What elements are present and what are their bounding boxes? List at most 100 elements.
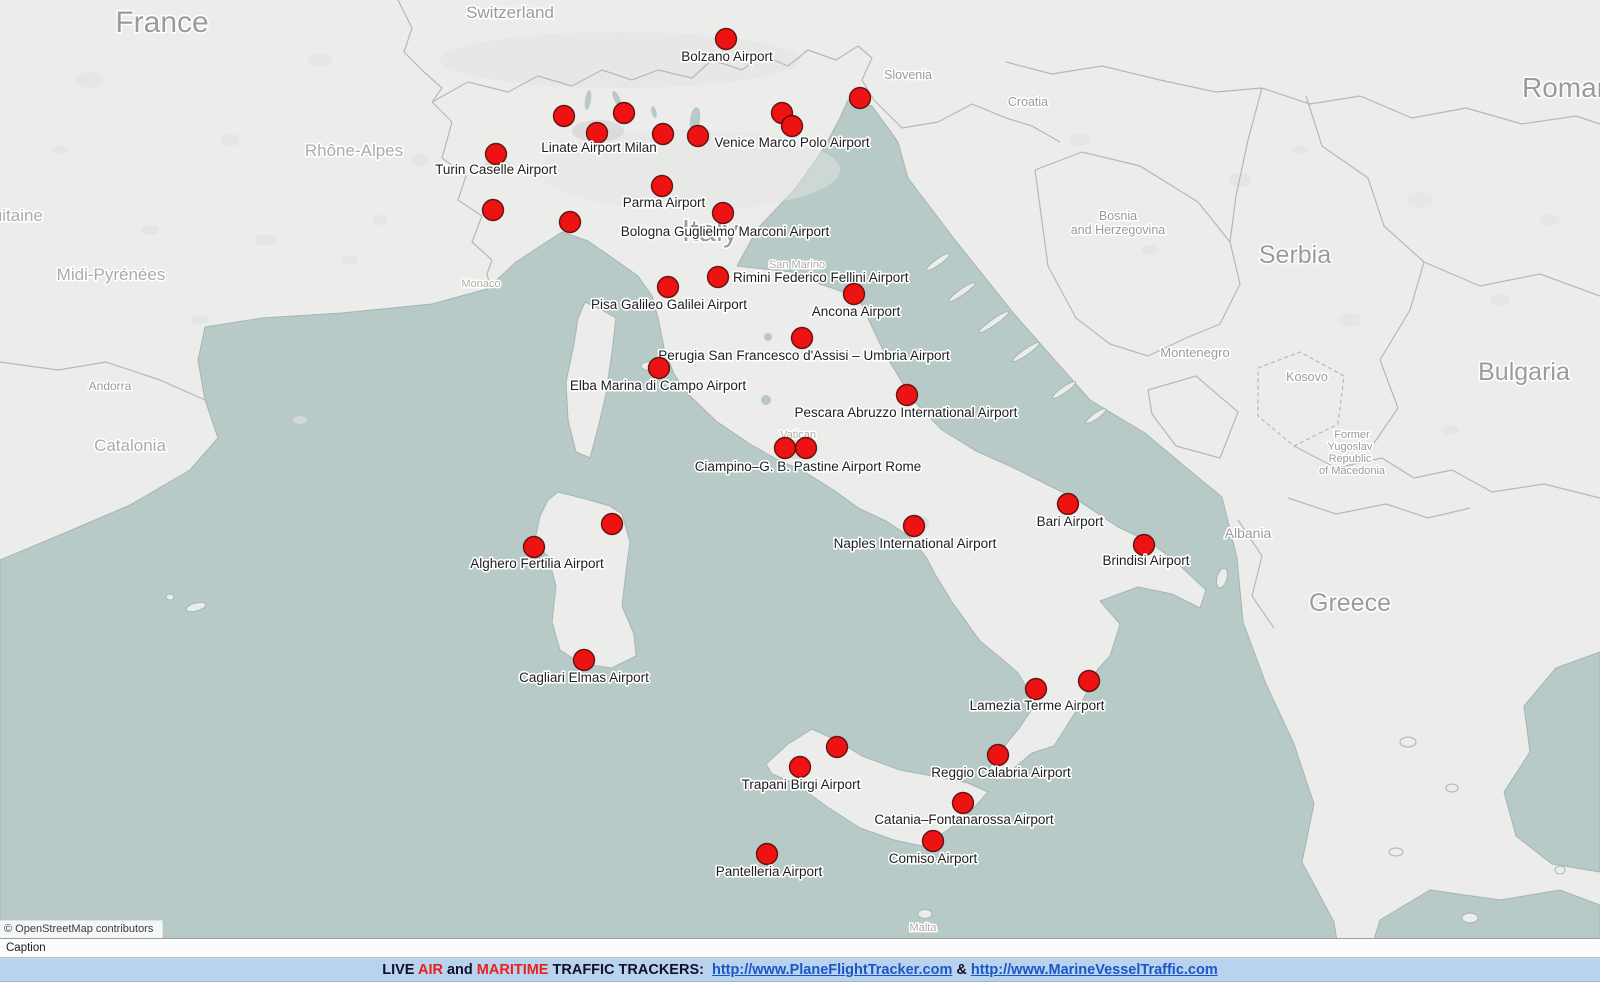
airport-label: Pantelleria Airport: [716, 864, 823, 879]
airport-marker[interactable]: [757, 844, 778, 865]
greek-island: [1555, 866, 1565, 874]
caption-bar: Caption: [0, 938, 1600, 958]
malta-island: [918, 910, 932, 919]
map-canvas[interactable]: FranceSwitzerlandItalyRomaniaSerbiaBulga…: [0, 0, 1600, 938]
airport-marker[interactable]: [1058, 494, 1079, 515]
airport-marker[interactable]: [688, 126, 709, 147]
footer-tracker-bar: LIVE AIR and MARITIME TRAFFIC TRACKERS: …: [0, 958, 1600, 982]
balearic-island: [166, 594, 174, 600]
greek-island: [1389, 848, 1403, 856]
place-label: Slovenia: [884, 68, 932, 82]
airport-label: Catania–Fontanarossa Airport: [874, 812, 1054, 827]
place-label: Former: [1334, 429, 1370, 441]
footer-link[interactable]: http://www.PlaneFlightTracker.com: [712, 962, 952, 978]
airport-marker[interactable]: [602, 514, 623, 535]
greek-island: [1400, 737, 1416, 747]
airport-label: Parma Airport: [623, 195, 706, 210]
airport-marker[interactable]: [708, 267, 729, 288]
lake-trasimeno: [764, 333, 772, 341]
airport-marker[interactable]: [850, 88, 871, 109]
place-label: Romania: [1522, 72, 1600, 103]
airport-label: Lamezia Terme Airport: [970, 698, 1105, 713]
airport-marker[interactable]: [953, 793, 974, 814]
airport-marker[interactable]: [796, 438, 817, 459]
place-label: Serbia: [1259, 241, 1331, 269]
airport-label: Alghero Fertilia Airport: [470, 556, 604, 571]
airport-marker[interactable]: [614, 103, 635, 124]
airport-marker[interactable]: [923, 831, 944, 852]
airport-marker[interactable]: [713, 203, 734, 224]
airport-marker[interactable]: [827, 737, 848, 758]
place-label: Monaco: [461, 278, 500, 290]
place-label: Catalonia: [94, 436, 166, 455]
place-label: Malta: [910, 922, 938, 934]
airport-label: Reggio Calabria Airport: [931, 765, 1071, 780]
airport-marker[interactable]: [790, 757, 811, 778]
place-label: Andorra: [89, 379, 132, 393]
airport-label: Cagliari Elmas Airport: [519, 670, 649, 685]
airport-marker[interactable]: [483, 200, 504, 221]
place-label: Republic: [1329, 453, 1372, 465]
airport-marker[interactable]: [1079, 671, 1100, 692]
place-label: Rhône-Alpes: [305, 141, 403, 160]
airport-marker[interactable]: [649, 358, 670, 379]
airport-label: Turin Caselle Airport: [435, 162, 557, 177]
airport-label: Elba Marina di Campo Airport: [570, 378, 747, 393]
airport-label: Comiso Airport: [889, 851, 978, 866]
airport-label: Pescara Abruzzo International Airport: [795, 405, 1018, 420]
footer-text: LIVE: [382, 962, 418, 978]
airport-marker[interactable]: [524, 537, 545, 558]
place-label: Greece: [1309, 589, 1391, 617]
airport-marker[interactable]: [775, 438, 796, 459]
caption-label: Caption: [6, 942, 46, 954]
footer-link[interactable]: http://www.MarineVesselTraffic.com: [971, 962, 1218, 978]
airport-label: Perugia San Francesco d'Assisi – Umbria …: [658, 348, 950, 363]
airport-marker[interactable]: [1026, 679, 1047, 700]
footer-text: and: [443, 962, 477, 978]
airport-marker[interactable]: [782, 116, 803, 137]
place-label: and Herzegovina: [1071, 223, 1166, 237]
airport-marker[interactable]: [560, 212, 581, 233]
place-label: Albania: [1225, 525, 1272, 541]
airport-label: Rimini Federico Fellini Airport: [733, 270, 909, 285]
airport-label: Ancona Airport: [812, 304, 901, 319]
place-label: Montenegro: [1160, 345, 1229, 360]
airport-label: Linate Airport Milan: [541, 140, 657, 155]
place-label: Kosovo: [1286, 370, 1328, 384]
footer-line: LIVE AIR and MARITIME TRAFFIC TRACKERS: …: [382, 962, 1218, 978]
airport-marker[interactable]: [904, 516, 925, 537]
airport-marker[interactable]: [988, 745, 1009, 766]
osm-attribution[interactable]: © OpenStreetMap contributors: [0, 920, 163, 938]
airport-marker[interactable]: [897, 385, 918, 406]
airport-marker[interactable]: [792, 328, 813, 349]
footer-text: AIR: [418, 962, 443, 978]
airport-marker[interactable]: [658, 277, 679, 298]
place-label: Bulgaria: [1478, 358, 1570, 386]
airport-label: Brindisi Airport: [1102, 553, 1189, 568]
airport-marker[interactable]: [844, 284, 865, 305]
airport-label: Naples International Airport: [834, 536, 997, 551]
footer-text: &: [952, 962, 971, 978]
airport-label: Venice Marco Polo Airport: [714, 135, 870, 150]
place-label: France: [115, 6, 208, 39]
airport-marker[interactable]: [652, 176, 673, 197]
greek-island: [1462, 913, 1478, 923]
airport-marker[interactable]: [574, 650, 595, 671]
airport-label: Bologna Guglielmo Marconi Airport: [621, 224, 830, 239]
place-label: Midi-Pyrénées: [57, 265, 166, 284]
place-label: Aquitaine: [0, 206, 43, 225]
airport-label: Pisa Galileo Galilei Airport: [591, 297, 747, 312]
place-label: Yugoslav: [1328, 441, 1373, 453]
airport-label: Bolzano Airport: [681, 49, 773, 64]
airport-label: Bari Airport: [1037, 514, 1104, 529]
place-label: Croatia: [1008, 95, 1048, 109]
footer-text: MARITIME: [477, 962, 549, 978]
lake-bolsena: [761, 395, 771, 405]
airport-label: Trapani Birgi Airport: [742, 777, 861, 792]
airport-marker[interactable]: [554, 106, 575, 127]
place-label: of Macedonia: [1319, 465, 1386, 477]
map[interactable]: FranceSwitzerlandItalyRomaniaSerbiaBulga…: [0, 0, 1600, 938]
place-label: Bosnia: [1099, 209, 1137, 223]
airport-label: Ciampino–G. B. Pastine Airport Rome: [695, 459, 922, 474]
airport-marker[interactable]: [716, 29, 737, 50]
